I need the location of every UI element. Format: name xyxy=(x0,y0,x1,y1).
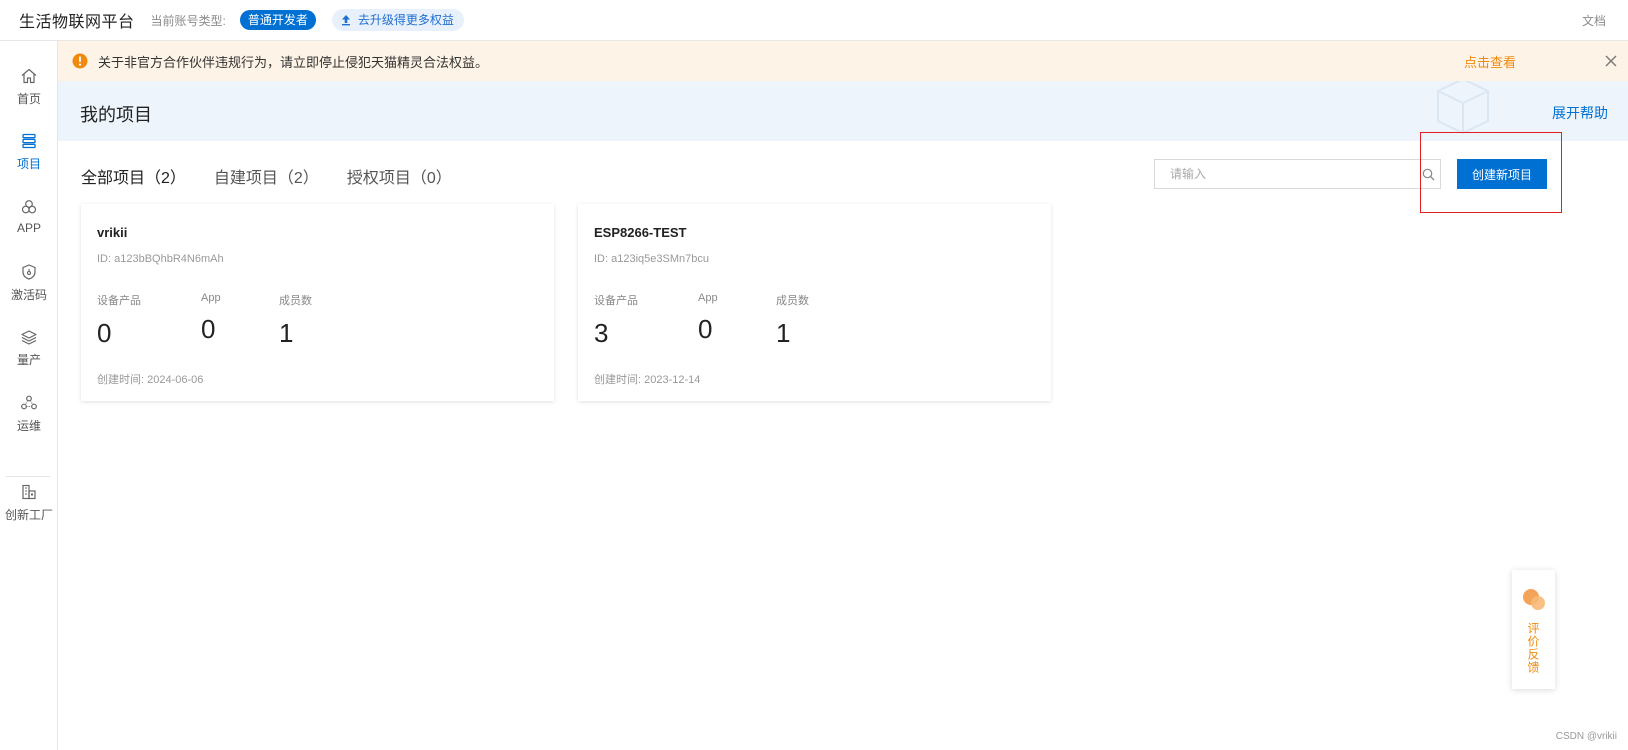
sidebar-item-app[interactable]: APP xyxy=(0,198,58,235)
project-id: ID: a123bBQhbR4N6mAh xyxy=(97,253,224,265)
layers-icon xyxy=(21,330,37,345)
stat-label: App xyxy=(201,292,221,304)
app-icon xyxy=(21,200,37,214)
info-warning-icon xyxy=(72,53,88,69)
account-type-badge: 普通开发者 xyxy=(239,10,316,30)
sidebar-item-label: 创新工厂 xyxy=(4,508,53,522)
project-id: ID: a123iq5e3SMn7bcu xyxy=(594,253,709,265)
sidebar-item-operations[interactable]: 运维 xyxy=(0,394,58,434)
docs-link[interactable]: 文档 xyxy=(1582,12,1606,29)
notice-message: 关于非官方合作伙伴违规行为，请立即停止侵犯天猫精灵合法权益。 xyxy=(98,54,489,70)
search-input[interactable] xyxy=(1155,160,1405,188)
search-box xyxy=(1154,159,1441,189)
stat-members: 成员数 1 xyxy=(279,292,312,349)
home-icon xyxy=(21,68,37,84)
upgrade-label: 去升级得更多权益 xyxy=(357,13,454,27)
stat-members: 成员数 1 xyxy=(776,292,809,349)
create-project-button[interactable]: 创建新项目 xyxy=(1457,159,1547,189)
upload-arrow-icon xyxy=(341,15,350,26)
project-name: ESP8266-TEST xyxy=(594,225,687,240)
shield-icon xyxy=(22,264,36,280)
sidebar-item-project[interactable]: 项目 xyxy=(0,132,58,172)
top-bar: 生活物联网平台 当前账号类型: 普通开发者 去升级得更多权益 文档 xyxy=(0,0,1628,41)
decorative-cube-icon xyxy=(1437,81,1489,135)
operations-icon xyxy=(21,395,37,410)
page-title: 我的项目 xyxy=(80,105,152,125)
factory-icon xyxy=(22,484,36,500)
sidebar-item-label: APP xyxy=(16,221,41,235)
sidebar-item-label: 运维 xyxy=(16,419,41,433)
stat-label: 成员数 xyxy=(279,295,312,307)
sidebar-divider xyxy=(6,476,50,477)
notice-bar: 关于非官方合作伙伴违规行为，请立即停止侵犯天猫精灵合法权益。 点击查看 xyxy=(58,41,1628,81)
sidebar-item-label: 项目 xyxy=(16,157,41,171)
stat-device-products: 设备产品 3 xyxy=(594,292,638,349)
feedback-label: 评价反馈 xyxy=(1526,622,1540,674)
stat-app: App 0 xyxy=(698,292,718,345)
sidebar-item-mass-production[interactable]: 量产 xyxy=(0,328,58,368)
stat-value: 0 xyxy=(97,318,112,348)
sidebar-item-activation-code[interactable]: 激活码 xyxy=(0,263,58,303)
tab-authorized-projects[interactable]: 授权项目（0） xyxy=(347,164,452,188)
sidebar-item-innovation-factory[interactable]: 创新工厂 xyxy=(0,483,58,523)
project-tabs: 全部项目（2） 自建项目（2） 授权项目（0） xyxy=(81,164,452,188)
sidebar: 首页 项目 APP 激活码 量产 运维 创新工厂 xyxy=(0,41,58,750)
tab-self-built-projects[interactable]: 自建项目（2） xyxy=(214,164,319,188)
notice-view-link[interactable]: 点击查看 xyxy=(1464,52,1516,71)
close-icon[interactable] xyxy=(1604,54,1618,68)
project-name: vrikii xyxy=(97,225,128,240)
tab-all-projects[interactable]: 全部项目（2） xyxy=(81,164,186,188)
project-icon xyxy=(22,133,36,149)
expand-help-link[interactable]: 展开帮助 xyxy=(1552,103,1608,123)
project-created-date: 创建时间: 2023-12-14 xyxy=(594,374,701,386)
project-created-date: 创建时间: 2024-06-06 xyxy=(97,374,204,386)
stat-label: 设备产品 xyxy=(97,295,141,307)
stat-label: 成员数 xyxy=(776,295,809,307)
stat-value: 3 xyxy=(594,318,609,348)
account-type-label: 当前账号类型: xyxy=(150,13,226,28)
search-icon[interactable] xyxy=(1422,168,1435,181)
stat-label: 设备产品 xyxy=(594,295,638,307)
feedback-bubbles-icon xyxy=(1522,589,1545,610)
sidebar-item-label: 量产 xyxy=(16,353,41,367)
stat-device-products: 设备产品 0 xyxy=(97,292,141,349)
watermark: CSDN @vrikii xyxy=(1555,731,1617,742)
stat-value: 1 xyxy=(279,318,294,348)
upgrade-link[interactable]: 去升级得更多权益 xyxy=(331,9,464,31)
sidebar-item-label: 首页 xyxy=(16,92,41,106)
stat-app: App 0 xyxy=(201,292,221,345)
feedback-button[interactable]: 评价反馈 xyxy=(1512,570,1555,689)
stat-value: 1 xyxy=(776,318,791,348)
project-card[interactable]: ESP8266-TEST ID: a123iq5e3SMn7bcu 设备产品 3… xyxy=(578,204,1051,401)
stat-label: App xyxy=(698,292,718,304)
sidebar-item-label: 激活码 xyxy=(10,288,47,302)
stat-value: 0 xyxy=(201,314,216,344)
brand-title[interactable]: 生活物联网平台 xyxy=(19,8,135,32)
stat-value: 0 xyxy=(698,314,713,344)
sidebar-item-home[interactable]: 首页 xyxy=(0,67,58,107)
project-card[interactable]: vrikii ID: a123bBQhbR4N6mAh 设备产品 0 App 0… xyxy=(81,204,554,401)
page-header: 我的项目 展开帮助 xyxy=(58,81,1628,141)
